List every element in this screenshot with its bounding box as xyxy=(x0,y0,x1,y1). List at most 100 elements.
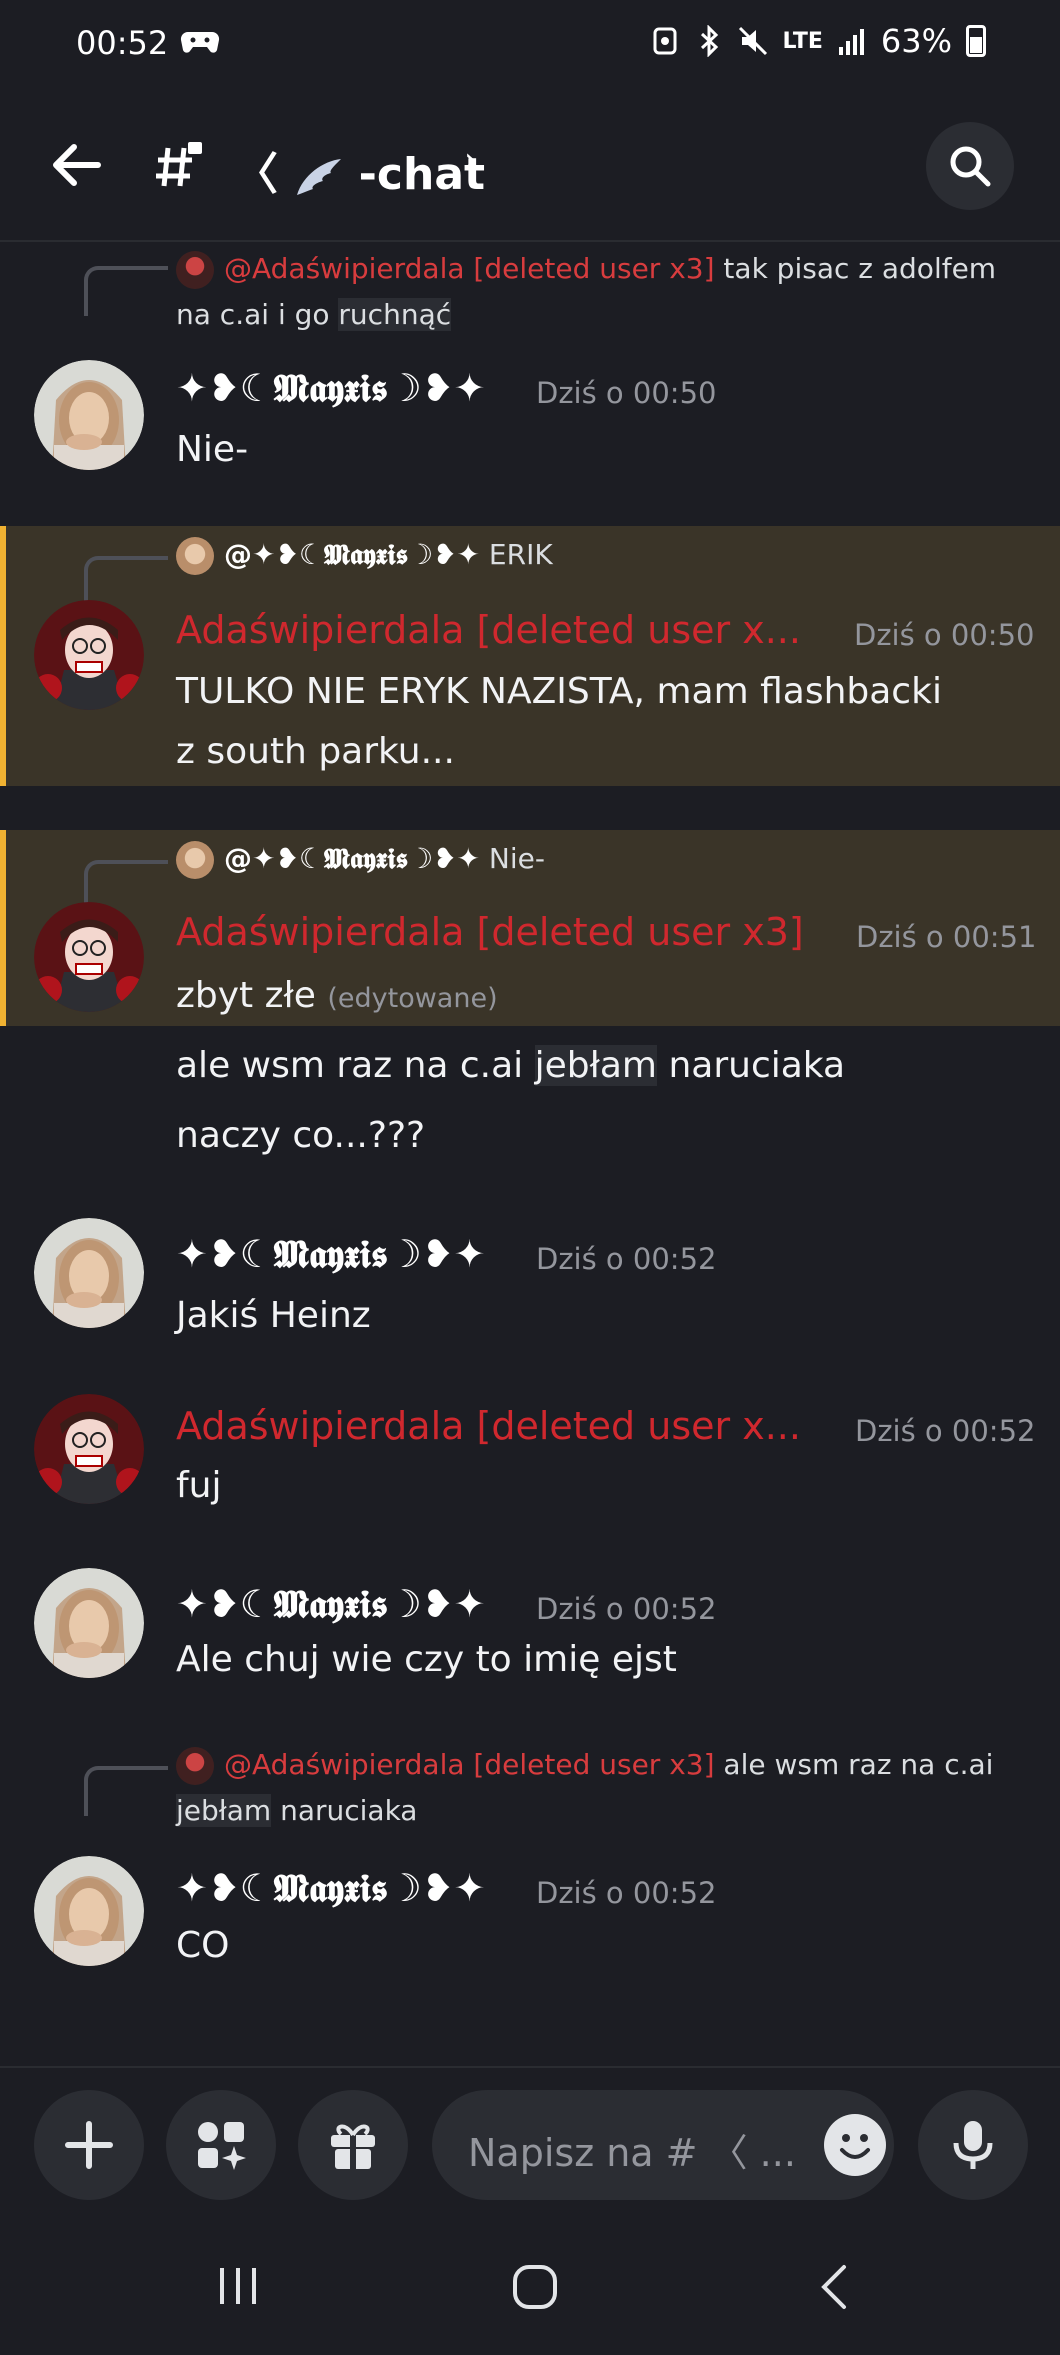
reply-reference[interactable]: @✦❥☾𝕸𝖆𝖞𝖝𝖎𝖘☽❥✦ ERIK xyxy=(176,532,1026,578)
header-divider xyxy=(0,240,1060,242)
message-input-bar: Napisz na # 〈 ... xyxy=(0,2066,1060,2220)
status-bar: 00:52 LTE 63% xyxy=(0,0,1060,88)
reply-avatar xyxy=(176,251,214,289)
message-author[interactable]: ✦❥☾𝕸𝖆𝖞𝖝𝖎𝖘☽❥✦ xyxy=(176,366,485,411)
message-text-line: z south parku... xyxy=(176,731,455,772)
message-item[interactable]: ✦❥☾𝕸𝖆𝖞𝖝𝖎𝖘☽❥✦ Dziś o 00:52 Jakiś Heinz xyxy=(0,1210,1060,1340)
message-timestamp: Dziś o 00:52 xyxy=(536,1242,717,1276)
message-author[interactable]: ✦❥☾𝕸𝖆𝖞𝖝𝖎𝖘☽❥✦ xyxy=(176,1582,485,1627)
status-time: 00:52 xyxy=(76,24,169,62)
message-text: Nie- xyxy=(176,429,249,470)
reply-avatar xyxy=(176,1747,214,1785)
reply-connector xyxy=(84,1766,168,1816)
status-icons: LTE 63% xyxy=(650,22,986,60)
avatar[interactable] xyxy=(34,1568,144,1678)
reply-mention[interactable]: @✦❥☾𝕸𝖆𝖞𝖝𝖎𝖘☽❥✦ xyxy=(224,538,480,571)
reply-avatar xyxy=(176,537,214,575)
message-author[interactable]: ✦❥☾𝕸𝖆𝖞𝖝𝖎𝖘☽❥✦ xyxy=(176,1866,485,1911)
home-icon[interactable] xyxy=(510,2262,560,2312)
chevron-right-icon[interactable]: › xyxy=(464,140,478,180)
battery-icon xyxy=(966,25,986,57)
reply-text-highlight: ruchnąć xyxy=(338,298,452,331)
message-text: Jakiś Heinz xyxy=(176,1295,371,1336)
plus-icon xyxy=(65,2121,113,2169)
gift-button[interactable] xyxy=(298,2090,408,2200)
reply-mention[interactable]: @Adaświpierdala [deleted user x3] xyxy=(224,1748,715,1781)
edited-label: (edytowane) xyxy=(327,983,498,1014)
emoji-icon xyxy=(840,2134,870,2159)
nfc-icon xyxy=(653,27,677,55)
channel-title[interactable]: 〈 -chat xyxy=(234,138,485,202)
reply-reference[interactable]: @Adaświpierdala [deleted user x3] ale ws… xyxy=(176,1742,1026,1834)
emoji-button[interactable] xyxy=(824,2114,886,2176)
message-timestamp: Dziś o 00:52 xyxy=(536,1876,717,1910)
avatar[interactable] xyxy=(34,1856,144,1966)
gift-icon xyxy=(331,2124,375,2169)
reply-mention[interactable]: @Adaświpierdala [deleted user x3] xyxy=(224,252,715,285)
message-text: zbyt złe (edytowane) xyxy=(176,966,1036,1029)
system-nav-bar xyxy=(0,2220,1060,2355)
reply-reference[interactable]: @✦❥☾𝕸𝖆𝖞𝖝𝖎𝖘☽❥✦ Nie- xyxy=(176,836,1026,882)
apps-button[interactable] xyxy=(166,2090,276,2200)
search-button[interactable] xyxy=(926,122,1014,210)
battery-percent: 63% xyxy=(880,22,952,60)
message-text-followup: naczy co...??? xyxy=(176,1115,426,1156)
message-item[interactable]: @Adaświpierdala [deleted user x3] ale ws… xyxy=(0,1740,1060,1970)
message-item[interactable]: Adaświpierdala [deleted user x... Dziś o… xyxy=(0,1386,1060,1516)
message-author[interactable]: Adaświpierdala [deleted user x3] xyxy=(176,910,804,954)
message-timestamp: Dziś o 00:50 xyxy=(536,376,717,410)
reply-text: naruciaka xyxy=(271,1794,418,1827)
voice-message-button[interactable] xyxy=(918,2090,1028,2200)
reply-reference[interactable]: @Adaświpierdala [deleted user x3] tak pi… xyxy=(176,246,1026,338)
message-item[interactable]: @✦❥☾𝕸𝖆𝖞𝖝𝖎𝖘☽❥✦ Nie- Adaświpierdala [delet… xyxy=(0,830,1060,1026)
gamepad-icon xyxy=(180,31,220,53)
reply-mention[interactable]: @✦❥☾𝕸𝖆𝖞𝖝𝖎𝖘☽❥✦ xyxy=(224,842,480,875)
message-author[interactable]: Adaświpierdala [deleted user x... xyxy=(176,1404,801,1448)
message-text-part: ale wsm raz na c.ai xyxy=(176,1045,535,1086)
message-text-part: naruciaka xyxy=(657,1045,846,1086)
recents-icon[interactable] xyxy=(216,2264,260,2308)
reply-connector xyxy=(84,556,168,606)
message-text: Ale chuj wie czy to imię ejst xyxy=(176,1639,677,1680)
mute-icon xyxy=(739,26,768,56)
add-attachment-button[interactable] xyxy=(34,2090,144,2200)
message-text-line: TULKO NIE ERYK NAZISTA, mam flashbacki xyxy=(176,671,942,712)
wing-icon xyxy=(293,149,343,200)
channel-chevron-left: 〈 xyxy=(234,149,278,200)
avatar[interactable] xyxy=(34,1394,144,1504)
message-author[interactable]: Adaświpierdala [deleted user x... xyxy=(176,608,801,652)
reply-avatar xyxy=(176,841,214,879)
input-placeholder: Napisz na # 〈 ... xyxy=(468,2131,796,2175)
arrow-left-icon[interactable] xyxy=(44,132,110,198)
channel-header: 〈 -chat › xyxy=(0,88,1060,240)
avatar[interactable] xyxy=(34,360,144,470)
message-item[interactable]: ✦❥☾𝕸𝖆𝖞𝖝𝖎𝖘☽❥✦ Dziś o 00:52 Ale chuj wie c… xyxy=(0,1560,1060,1690)
message-author[interactable]: ✦❥☾𝕸𝖆𝖞𝖝𝖎𝖘☽❥✦ xyxy=(176,1232,485,1277)
avatar[interactable] xyxy=(34,600,144,710)
message-text-followup: ale wsm raz na c.ai jebłam naruciaka xyxy=(176,1036,1036,1096)
search-icon xyxy=(950,146,991,187)
signal-icon xyxy=(838,29,864,55)
channel-hash-icon xyxy=(156,142,202,187)
avatar[interactable] xyxy=(34,1218,144,1328)
message-input[interactable]: Napisz na # 〈 ... xyxy=(432,2090,894,2200)
reply-text: ale wsm raz na c.ai xyxy=(714,1748,994,1781)
message-item[interactable]: @Adaświpierdala [deleted user x3] tak pi… xyxy=(0,244,1060,524)
message-timestamp: Dziś o 00:51 xyxy=(856,920,1037,954)
message-text: TULKO NIE ERYK NAZISTA, mam flashbacki z… xyxy=(176,662,1036,782)
reply-text: ERIK xyxy=(480,538,553,571)
message-text-body: zbyt złe xyxy=(176,975,316,1016)
back-chevron-icon[interactable] xyxy=(814,2262,854,2312)
message-timestamp: Dziś o 00:52 xyxy=(855,1414,1036,1448)
apps-icon xyxy=(198,2122,246,2170)
network-type: LTE xyxy=(782,28,823,54)
reply-text: Nie- xyxy=(480,842,545,875)
reply-text-highlight: jebłam xyxy=(176,1794,272,1827)
avatar[interactable] xyxy=(34,902,144,1012)
message-timestamp: Dziś o 00:52 xyxy=(536,1592,717,1626)
microphone-icon xyxy=(953,2121,993,2169)
message-text-highlight: jebłam xyxy=(534,1045,658,1086)
message-timestamp: Dziś o 00:50 xyxy=(854,618,1035,652)
message-text: CO xyxy=(176,1925,230,1966)
message-item[interactable]: @✦❥☾𝕸𝖆𝖞𝖝𝖎𝖘☽❥✦ ERIK Adaświpierdala [delet… xyxy=(0,526,1060,786)
